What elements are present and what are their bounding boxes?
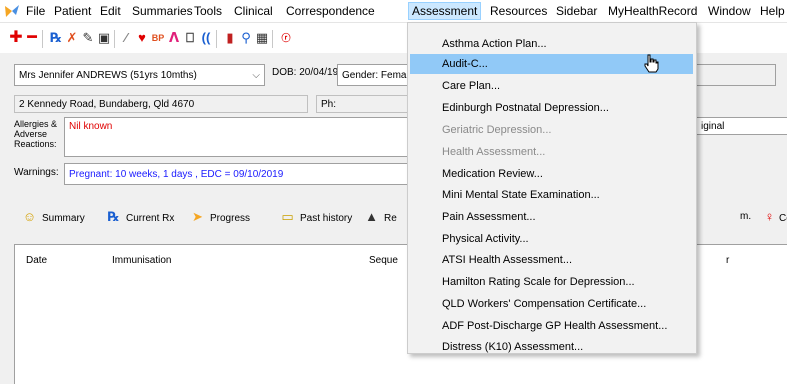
stethoscope-icon[interactable]: (( <box>198 30 214 46</box>
menu-sidebar[interactable]: Sidebar <box>554 3 599 19</box>
menu-item-geriatric-depression: Geriatric Depression... <box>442 124 552 136</box>
referral-icon[interactable]: ⓡ <box>278 30 294 46</box>
menu-item-care-plan[interactable]: Care Plan... <box>410 76 693 96</box>
menu-item-pain-assessment[interactable]: Pain Assessment... <box>410 207 693 227</box>
column-header-other[interactable]: r <box>726 255 729 266</box>
toolbar-separator <box>272 30 273 48</box>
tab-progress-label: Progress <box>210 213 251 224</box>
warnings-value: Pregnant: 10 weeks, 1 days , EDC = 09/10… <box>69 169 284 180</box>
warnings-label: Warnings: <box>14 167 59 178</box>
tab-summary-label: Summary <box>42 213 85 224</box>
allergies-label: Allergies & Adverse Reactions: <box>14 119 58 149</box>
tools-icon[interactable]: ✗ <box>64 30 80 46</box>
blood-pressure-icon[interactable]: BP <box>150 30 166 46</box>
menu-bar: File Patient Edit Summaries Tools Clinic… <box>0 0 787 23</box>
microscope-icon[interactable]: ⚲ <box>238 30 254 46</box>
tab-current-rx-label: Current Rx <box>126 213 175 224</box>
menu-file[interactable]: File <box>24 3 47 19</box>
toolbar-separator <box>42 30 43 48</box>
column-header-date[interactable]: Date <box>26 255 47 266</box>
menu-item-adf-post-discharge[interactable]: ADF Post-Discharge GP Health Assessment.… <box>410 316 693 336</box>
add-icon[interactable]: ✚ <box>8 30 24 46</box>
menu-assessment[interactable]: Assessment <box>408 2 482 20</box>
menu-patient[interactable]: Patient <box>52 3 93 19</box>
column-header-sequence[interactable]: Seque <box>369 255 398 266</box>
menu-item-health-assessment: Health Assessment... <box>442 146 546 158</box>
menu-resources[interactable]: Resources <box>488 3 549 19</box>
patient-phone: Ph: <box>316 95 409 113</box>
tab-progress[interactable]: ➤ Progress <box>190 208 250 226</box>
phone-label: Ph: <box>321 99 337 110</box>
menu-item-asthma-action-plan[interactable]: Asthma Action Plan... <box>410 34 693 54</box>
warnings-field[interactable]: Pregnant: 10 weeks, 1 days , EDC = 09/10… <box>64 163 409 185</box>
clipboard-icon[interactable]: ⎕ <box>182 30 198 46</box>
app-logo-icon <box>5 5 19 17</box>
menu-edit[interactable]: Edit <box>98 3 123 19</box>
tab-ce-label: Ce <box>779 213 787 224</box>
menu-item-edinburgh-postnatal-depression[interactable]: Edinburgh Postnatal Depression... <box>410 98 693 118</box>
patient-name: Mrs Jennifer ANDREWS (51yrs 10mths) <box>19 70 197 81</box>
tab-immunisation[interactable]: m. <box>740 208 751 226</box>
syringe-icon[interactable]: ⁄ <box>118 30 134 46</box>
tab-re[interactable]: ▲ Re <box>364 208 397 226</box>
progress-icon: ➤ <box>192 209 203 224</box>
tab-imm-label: m. <box>740 211 752 222</box>
patient-address: 2 Kennedy Road, Bundaberg, Qld 4670 <box>14 95 308 113</box>
menu-window[interactable]: Window <box>706 3 753 19</box>
allergies-value: Nil known <box>69 121 113 132</box>
allergies-field[interactable]: Nil known <box>64 117 409 157</box>
menu-item-physical-activity[interactable]: Physical Activity... <box>410 229 693 249</box>
patient-gender: Gender: Femal <box>337 64 409 86</box>
menu-item-mini-mental-state-examination[interactable]: Mini Mental State Examination... <box>410 185 693 205</box>
address-value: 2 Kennedy Road, Bundaberg, Qld 4670 <box>19 99 195 110</box>
prescription-icon[interactable]: ℞ <box>48 30 64 46</box>
menu-myhealthrecord[interactable]: MyHealthRecord <box>606 3 699 19</box>
menu-correspondence[interactable]: Correspondence <box>284 3 377 19</box>
toolbar-separator <box>114 30 115 48</box>
tab-past-history-label: Past history <box>300 213 353 224</box>
menu-help[interactable]: Help <box>758 3 787 19</box>
folder-icon: ▭ <box>281 209 294 224</box>
right-info-label: iginal <box>701 121 725 132</box>
book-icon[interactable]: ▣ <box>96 30 112 46</box>
hand-cursor-icon <box>644 54 659 73</box>
test-tube-icon[interactable]: ▮ <box>222 30 238 46</box>
right-info-box <box>696 64 776 86</box>
menu-item-qld-workers-compensation[interactable]: QLD Workers' Compensation Certificate... <box>410 294 693 314</box>
tab-current-rx[interactable]: ℞ Current Rx <box>106 208 175 226</box>
chevron-down-icon[interactable]: ⌵ <box>252 65 260 85</box>
menu-clinical[interactable]: Clinical <box>232 3 275 19</box>
tab-ce[interactable]: ♀ Ce <box>762 208 787 226</box>
results-icon: ▲ <box>365 209 378 224</box>
menu-item-medication-review[interactable]: Medication Review... <box>410 164 693 184</box>
menu-item-distress-k10[interactable]: Distress (K10) Assessment... <box>410 337 693 357</box>
lungs-icon[interactable]: ᐱ <box>166 30 182 46</box>
tab-re-label: Re <box>384 213 397 224</box>
xray-icon[interactable]: ▦ <box>254 30 270 46</box>
tab-past-history[interactable]: ▭ Past history <box>280 208 352 226</box>
tab-summary[interactable]: ☺ Summary <box>22 208 85 226</box>
gender-value: Gender: Femal <box>342 70 409 81</box>
prescription-icon: ℞ <box>107 209 120 224</box>
menu-summaries[interactable]: Summaries <box>130 3 195 19</box>
patient-selector[interactable]: Mrs Jennifer ANDREWS (51yrs 10mths) ⌵ <box>14 64 265 86</box>
edit-document-icon[interactable]: ✎ <box>80 30 96 46</box>
right-info-field: iginal <box>696 117 787 135</box>
column-header-immunisation[interactable]: Immunisation <box>112 255 171 266</box>
menu-item-hamilton-rating-scale[interactable]: Hamilton Rating Scale for Depression... <box>410 272 693 292</box>
female-symbol-icon: ♀ <box>764 209 775 224</box>
toolbar-separator <box>216 30 217 48</box>
menu-item-atsi-health-assessment[interactable]: ATSI Health Assessment... <box>410 250 693 270</box>
menu-tools[interactable]: Tools <box>192 3 224 19</box>
smiley-icon: ☺ <box>22 209 37 224</box>
heart-icon[interactable]: ♥ <box>134 30 150 46</box>
remove-icon[interactable]: ━ <box>24 30 40 46</box>
